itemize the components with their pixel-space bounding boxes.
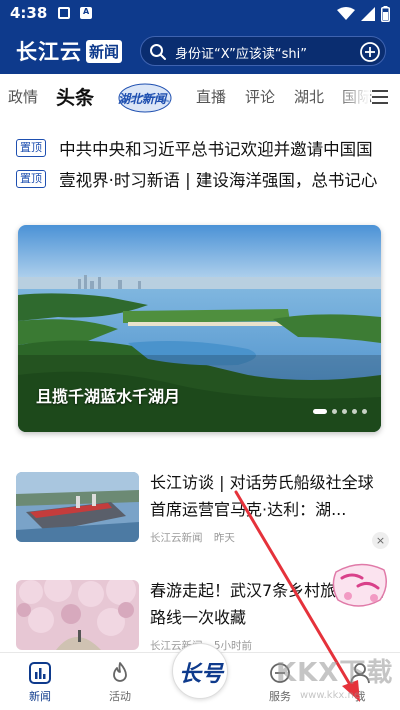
logo-main-text: 长江云 [16,40,82,64]
wifi-icon [337,7,355,20]
search-icon [150,44,166,60]
nav-me[interactable]: 我 [330,661,390,704]
nav-service[interactable]: 服务 [250,661,310,704]
app-logo: 长江云 新闻 [16,36,123,66]
status-bar: 4:38 A [0,0,400,28]
nav-center-label: 长号 [178,661,223,687]
search-hint: 身份证“X”应该读“shi” [175,47,307,62]
nav-activity[interactable]: 活动 [90,661,150,704]
tabs-fade [336,74,370,122]
bottom-navigation: 新闻 活动 长号 服务 我 [0,643,400,710]
carousel-dot [313,409,327,414]
pinned-item[interactable]: 置顶 壹视界·时习新语 | 建设海洋强国，总书记心 [16,167,400,193]
tab-live[interactable]: 直播 [196,86,226,107]
tab-hubei-news[interactable]: 湖北新闻 [112,82,178,114]
news-chart-icon [29,662,51,684]
carousel-dot [362,409,367,414]
status-time: 4:38 [10,4,48,22]
nav-activity-label: 活动 [109,690,131,703]
add-circle-icon[interactable] [359,41,381,63]
menu-icon[interactable] [372,90,388,104]
news-meta: 长江云新闻 昨天 [150,530,243,545]
carousel-dot [352,409,357,414]
hero-caption: 且揽千湖蓝水千湖月 [36,387,181,406]
carousel-dot [332,409,337,414]
hero-carousel[interactable]: 且揽千湖蓝水千湖月 [18,225,381,432]
channel-tabs: 政情 头条 湖北新闻 直播 评论 湖北 国际 [0,74,400,122]
nav-me-label: 我 [354,690,366,703]
nav-news[interactable]: 新闻 [10,661,70,704]
news-thumbnail [16,472,139,542]
news-source: 长江云新闻 [150,532,203,544]
nav-service-label: 服务 [269,690,291,703]
flame-icon [113,662,127,682]
search-bar[interactable]: 身份证“X”应该读“shi” [140,36,386,66]
logo-box-text: 新闻 [86,39,123,63]
app-notification-icon: A [80,7,92,19]
news-title: 长江访谈 | 对话劳氏船级社全球首席运营官马克·达利：湖... [150,473,374,519]
news-time: 昨天 [213,532,235,544]
nav-center-button[interactable]: 长号 [172,643,228,699]
pinned-title: 壹视界·时习新语 | 建设海洋强国，总书记心 [59,171,378,190]
floating-promo-icon[interactable] [328,556,392,616]
battery-icon [381,6,390,22]
carousel-dot [342,409,347,414]
nav-news-label: 新闻 [29,690,51,703]
status-icons [337,5,390,23]
tab-hubei[interactable]: 湖北 [294,86,324,107]
notification-icon [58,7,70,19]
news-thumbnail [16,580,139,650]
pinned-title: 中共中央和习近平总书记欢迎并邀请中国国 [59,140,373,159]
blossom-park-image [16,580,139,650]
hubei-news-label: 湖北新闻 [118,92,167,106]
service-icon [270,663,290,683]
pinned-item[interactable]: 置顶 中共中央和习近平总书记欢迎并邀请中国国 [16,136,400,162]
user-icon [350,663,370,684]
tab-headlines[interactable]: 头条 [56,83,94,110]
carousel-indicator [313,409,367,414]
pinned-badge: 置顶 [16,139,46,157]
tab-politics[interactable]: 政情 [8,86,38,107]
pinned-badge: 置顶 [16,170,46,188]
signal-icon [361,7,375,21]
close-ad-button[interactable]: × [372,532,389,549]
app-header: 长江云 新闻 身份证“X”应该读“shi” [0,28,400,74]
news-list-item[interactable]: 长江访谈 | 对话劳氏船级社全球首席运营官马克·达利：湖... 长江云新闻 昨天 [16,472,390,548]
tab-comment[interactable]: 评论 [245,86,275,107]
ship-port-image [16,472,139,542]
